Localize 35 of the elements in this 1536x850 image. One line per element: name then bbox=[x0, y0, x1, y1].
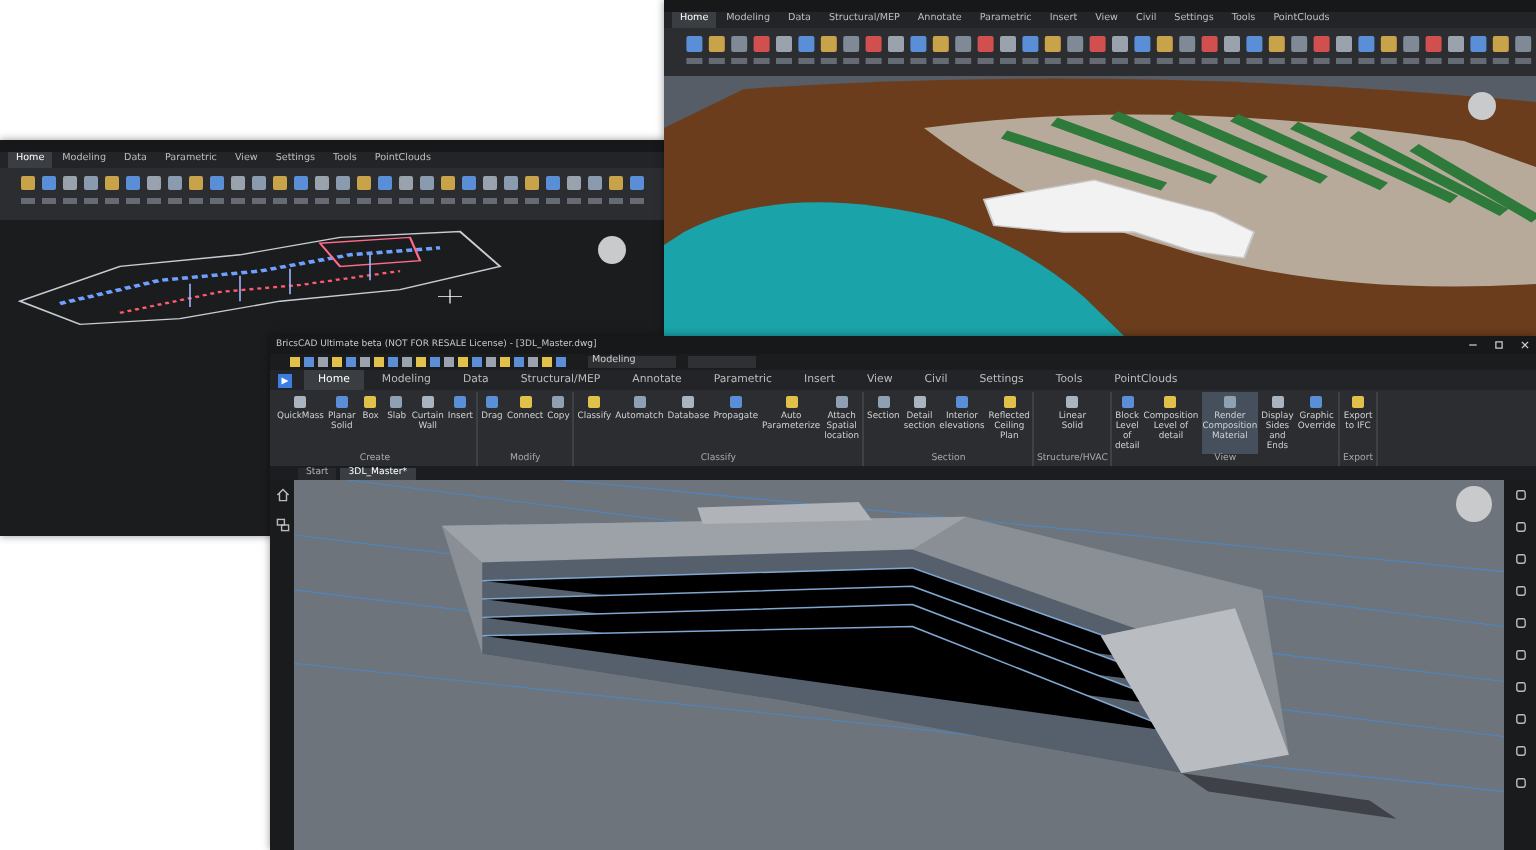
panel-tool-icon[interactable] bbox=[1513, 712, 1527, 726]
tool-icon bbox=[1064, 394, 1081, 410]
panel-tool-icon[interactable] bbox=[1513, 616, 1527, 630]
tool-icon bbox=[1001, 394, 1018, 410]
tool-icon bbox=[727, 394, 744, 410]
minimize-icon[interactable] bbox=[1468, 340, 1478, 350]
tool-icon bbox=[586, 394, 603, 410]
tool-icon bbox=[1119, 394, 1136, 410]
panel-tool-icon[interactable] bbox=[1513, 520, 1527, 534]
tool-icon bbox=[1350, 394, 1366, 410]
close-icon[interactable] bbox=[1520, 340, 1530, 350]
panel-tool-icon[interactable] bbox=[1513, 552, 1527, 566]
home-icon[interactable] bbox=[275, 488, 289, 502]
app-menu-icon[interactable] bbox=[278, 373, 292, 387]
tool-icon bbox=[631, 394, 648, 410]
panel-tool-icon[interactable] bbox=[1513, 744, 1527, 758]
panel-tool-icon[interactable] bbox=[1513, 488, 1527, 502]
navigation-sphere[interactable] bbox=[598, 236, 626, 264]
tool-icon bbox=[1308, 394, 1325, 410]
panel-tool-icon[interactable] bbox=[1513, 680, 1527, 694]
tool-icon bbox=[1221, 394, 1238, 410]
panel-tool-icon[interactable] bbox=[1513, 648, 1527, 662]
layers-icon[interactable] bbox=[275, 518, 289, 532]
tool-icon bbox=[1162, 394, 1179, 410]
tool-icon bbox=[953, 394, 970, 410]
tool-icon bbox=[911, 394, 928, 410]
panel-tool-icon[interactable] bbox=[1513, 776, 1527, 790]
panel-tool-icon[interactable] bbox=[1513, 584, 1527, 598]
maximize-icon[interactable] bbox=[1494, 340, 1504, 350]
tool-icon bbox=[680, 394, 697, 410]
tool-icon bbox=[1269, 394, 1286, 410]
tool-icon bbox=[875, 394, 892, 410]
tool-icon bbox=[833, 394, 850, 410]
tool-icon bbox=[292, 394, 309, 410]
tool-icon bbox=[783, 394, 800, 410]
